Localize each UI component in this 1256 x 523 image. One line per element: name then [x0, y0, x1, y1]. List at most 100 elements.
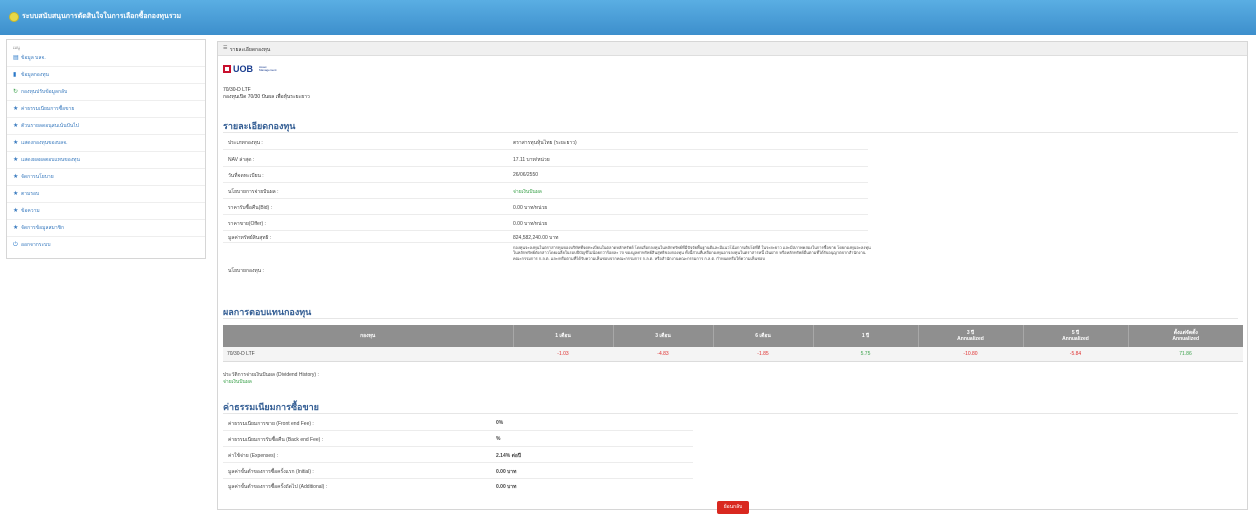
divider — [223, 478, 693, 479]
objective-text: กองทุนจะลงทุนในตราสารทุนของบริษัทที่จดทะ… — [513, 245, 871, 261]
panel-header: ☰ รายละเอียดกองทุน — [218, 42, 1247, 56]
divider — [223, 318, 1238, 319]
divider — [223, 182, 868, 183]
fund-name: กองทุนเปิด 70/30 ปันผล เพื่อหุ้นระยะยาว — [223, 94, 310, 100]
table-row: 70/30-D LTF -1.03 -4.83 -1.85 5.75 -10.8… — [223, 347, 1243, 362]
divider — [223, 149, 868, 150]
column-header: กองทุน — [223, 325, 514, 347]
sidebar-item-label: จัดการข้อมูลสมาชิก — [21, 225, 65, 231]
sidebar-item-label: ออกจากระบบ — [21, 242, 51, 248]
sidebar-item-label: ข้อความ — [21, 208, 40, 214]
table-cell: -5.84 — [1023, 347, 1128, 362]
sidebar-item-bank-info[interactable]: ▤ ข้อมูล บลจ. — [7, 50, 205, 67]
table-header-row: กองทุน 1 เดือน 3 เดือน 6 เดือน 1 ปี 3 ปี… — [223, 325, 1243, 347]
detail-label: ราคารับซื้อคืน(Bid) : — [228, 205, 272, 211]
sidebar-item-fund-update[interactable]: ↻ กองทุนปรับข้อมูลกลับ — [7, 84, 205, 101]
sidebar-item-logout[interactable]: ⏻ ออกจากระบบ — [7, 237, 205, 254]
table-cell: -10.80 — [918, 347, 1023, 362]
detail-label: วันที่จดทะเบียน : — [228, 173, 264, 179]
divider — [223, 242, 868, 243]
table-cell: 71.86 — [1128, 347, 1243, 362]
detail-label: ราคาขาย(Offer) : — [228, 221, 266, 227]
app-title: ระบบสนับสนุนการตัดสินใจในการเลือกซื้อกอง… — [22, 13, 182, 20]
fee-label: มูลค่าขั้นต่ำของการซื้อครั้งแรก (Initial… — [228, 469, 314, 475]
table-cell: 5.75 — [813, 347, 918, 362]
sidebar-item-label: แสดงกองทุนของบลจ. — [21, 140, 68, 146]
detail-value: 17.11 บาท/หน่วย — [513, 157, 550, 163]
divider — [223, 132, 1238, 133]
detail-value: 0.00 บาท/หน่วย — [513, 205, 548, 211]
refresh-icon: ↻ — [13, 89, 19, 95]
sidebar-item-fees[interactable]: ★ ค่าธรรมเนียมการซื้อขาย — [7, 101, 205, 118]
fund-detail-panel: ☰ รายละเอียดกองทุน UOB Asset Management … — [217, 41, 1248, 514]
sidebar-item-bank-funds[interactable]: ★ แสดงกองทุนของบลจ. — [7, 135, 205, 152]
star-icon: ★ — [13, 191, 19, 197]
fee-value: 2.14% ต่อปี — [496, 453, 521, 459]
sidebar-item-label: แสดงผลผลตอบแทนของทุน — [21, 157, 80, 163]
fee-value: 0.00 บาท — [496, 484, 517, 490]
power-icon: ⏻ — [13, 242, 18, 248]
star-icon: ★ — [13, 140, 19, 146]
logo-icon — [9, 12, 19, 22]
star-icon: ★ — [13, 174, 19, 180]
sidebar-item-fund-info[interactable]: ▮ ข้อมูลกองทุน — [7, 67, 205, 84]
fee-label: ค่าธรรมเนียมการรับซื้อคืน (Back end Fee)… — [228, 437, 324, 443]
column-header: 1 เดือน — [513, 325, 614, 347]
divider — [223, 462, 693, 463]
table-cell: 70/30-D LTF — [223, 347, 513, 362]
sidebar-item-policy[interactable]: ★ จัดการนโยบาย — [7, 169, 205, 186]
sidebar-item-returns[interactable]: ★ แสดงผลผลตอบแทนของทุน — [7, 152, 205, 169]
details-title: รายละเอียดกองทุน — [223, 121, 296, 131]
divider — [223, 166, 868, 167]
fee-label: ค่าใช้จ่าย (Expenses) : — [228, 453, 279, 459]
logo-subtext: Asset Management — [259, 65, 277, 72]
sidebar-item-round[interactable]: ★ ตามรอบ — [7, 186, 205, 203]
sidebar-item-label: ข้อมูล บลจ. — [21, 55, 46, 61]
performance-table: กองทุน 1 เดือน 3 เดือน 6 เดือน 1 ปี 3 ปี… — [223, 325, 1243, 362]
table-cell: -4.83 — [613, 347, 713, 362]
sidebar-item-label: จัดการนโยบาย — [21, 174, 54, 180]
detail-value: 0.00 บาท/หน่วย — [513, 221, 548, 227]
sidebar-item-label: ตามรอบ — [21, 191, 40, 197]
column-header: 3 เดือน — [613, 325, 714, 347]
fees-title: ค่าธรรมเนียมการซื้อขาย — [223, 402, 319, 412]
detail-label: นโยบายการจ่ายปันผล : — [228, 189, 279, 195]
fee-value: 0% — [496, 420, 504, 426]
back-button[interactable]: ย้อนกลับ — [717, 501, 749, 514]
sidebar-item-dividend[interactable]: ★ ตัวนรายลดอนุสนเน้นปันไป — [7, 118, 205, 135]
fee-label: ค่าธรรมเนียมการขาย (Front end Fee) : — [228, 421, 314, 427]
panel-title: รายละเอียดกองทุน — [230, 47, 271, 53]
column-header: 3 ปี Annualized — [918, 325, 1024, 347]
sidebar-item-members[interactable]: ★ จัดการข้อมูลสมาชิก — [7, 220, 205, 237]
star-icon: ★ — [13, 225, 19, 231]
table-cell: -1.03 — [513, 347, 613, 362]
divider — [223, 413, 1238, 414]
star-icon: ★ — [13, 208, 19, 214]
sidebar-item-label: ค่าธรรมเนียมการซื้อขาย — [21, 106, 75, 112]
detail-label: NAV ล่าสุด : — [228, 157, 255, 163]
divider — [223, 430, 693, 431]
divider — [223, 214, 868, 215]
fee-value: % — [496, 436, 501, 442]
sidebar-item-label: ตัวนรายลดอนุสนเน้นปันไป — [21, 123, 79, 129]
column-header: ตั้งแต่จัดตั้ง Annualized — [1128, 325, 1243, 347]
objective-label: นโยบายกองทุน : — [228, 268, 264, 274]
table-cell: -1.85 — [713, 347, 813, 362]
uob-mark-icon — [223, 65, 231, 73]
sidebar-item-messages[interactable]: ★ ข้อความ — [7, 203, 205, 220]
divider — [223, 198, 868, 199]
star-icon: ★ — [13, 106, 19, 112]
detail-value: 26/06/2550 — [513, 172, 539, 178]
detail-label: มูลค่าทรัพย์สินสุทธิ : — [228, 235, 272, 241]
detail-value: จ่ายเงินปันผล — [513, 189, 542, 195]
performance-title: ผลการตอบแทนกองทุน — [223, 307, 312, 317]
table-icon: ▤ — [13, 55, 19, 61]
column-header: 5 ปี Annualized — [1023, 325, 1129, 347]
list-icon: ☰ — [223, 45, 228, 51]
star-icon: ★ — [13, 157, 19, 163]
top-bar: ระบบสนับสนุนการตัดสินใจในการเลือกซื้อกอง… — [0, 0, 1256, 35]
fee-label: มูลค่าขั้นต่ำของการซื้อครั้งถัดไป (Addit… — [228, 484, 328, 490]
folder-icon: ▮ — [13, 72, 17, 78]
star-icon: ★ — [13, 123, 19, 129]
sidebar-item-label: ข้อมูลกองทุน — [21, 72, 49, 78]
